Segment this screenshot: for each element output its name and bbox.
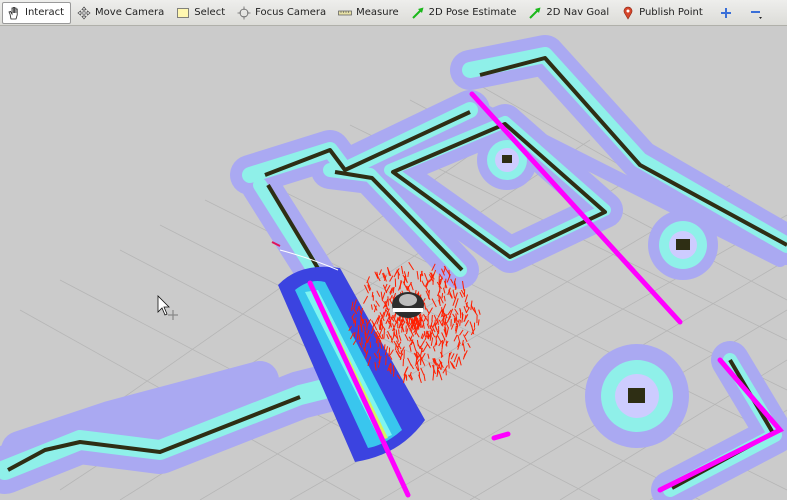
tool-select[interactable]: Select: [172, 2, 231, 24]
particle-arrow: [387, 296, 389, 306]
tool-label: Interact: [25, 7, 65, 18]
nav-goal-arrow-icon: [528, 6, 542, 20]
particle-arrow: [378, 352, 381, 362]
map-pin-icon: [621, 6, 635, 20]
3d-viewport[interactable]: [0, 26, 787, 500]
tool-label: Focus Camera: [255, 7, 327, 18]
particle-arrow: [407, 271, 410, 277]
hand-icon: [7, 6, 21, 20]
particle-arrow: [381, 334, 384, 340]
particle-arrow: [437, 317, 439, 325]
particle-arrow: [403, 276, 406, 286]
particle-arrow: [448, 361, 450, 369]
particle-arrow: [377, 341, 379, 348]
tool-interact[interactable]: Interact: [2, 1, 72, 24]
tool-move-camera[interactable]: Move Camera: [73, 2, 170, 24]
add-tool-button[interactable]: [711, 2, 741, 24]
particle-arrow: [385, 355, 387, 366]
minus-dropdown-icon: [749, 6, 763, 20]
select-icon: [176, 6, 190, 20]
particle-arrow: [455, 326, 457, 332]
particle-arrow: [459, 319, 461, 326]
tool-focus-camera[interactable]: Focus Camera: [233, 2, 332, 24]
plus-icon: [719, 6, 733, 20]
tool-2d-nav-goal[interactable]: 2D Nav Goal: [524, 2, 615, 24]
particle-arrow: [398, 329, 400, 335]
move-camera-icon: [77, 5, 91, 20]
particle-arrow: [441, 307, 443, 313]
remove-tool-button[interactable]: [743, 2, 769, 24]
tool-label: 2D Pose Estimate: [428, 7, 517, 18]
particle-arrow: [431, 314, 433, 321]
tool-label: Select: [194, 7, 226, 18]
focus-camera-icon: [237, 6, 251, 20]
particle-arrow: [388, 347, 391, 357]
tool-2d-pose-estimate[interactable]: 2D Pose Estimate: [407, 2, 523, 24]
tool-label: 2D Nav Goal: [546, 7, 610, 18]
toolbar: Interact Move Camera Select Focus Camera…: [0, 0, 787, 26]
particle-arrow: [441, 292, 444, 299]
tool-label: Measure: [356, 7, 399, 18]
particle-arrow: [369, 341, 372, 348]
robot-model: [392, 292, 424, 318]
particle-arrow: [383, 344, 386, 351]
pose-arrow-icon: [411, 6, 425, 20]
tool-publish-point[interactable]: Publish Point: [617, 2, 709, 24]
tool-label: Publish Point: [639, 7, 703, 18]
measure-icon: [338, 6, 352, 20]
tool-measure[interactable]: Measure: [334, 2, 405, 24]
particle-arrow: [371, 291, 374, 298]
tool-label: Move Camera: [95, 7, 165, 18]
